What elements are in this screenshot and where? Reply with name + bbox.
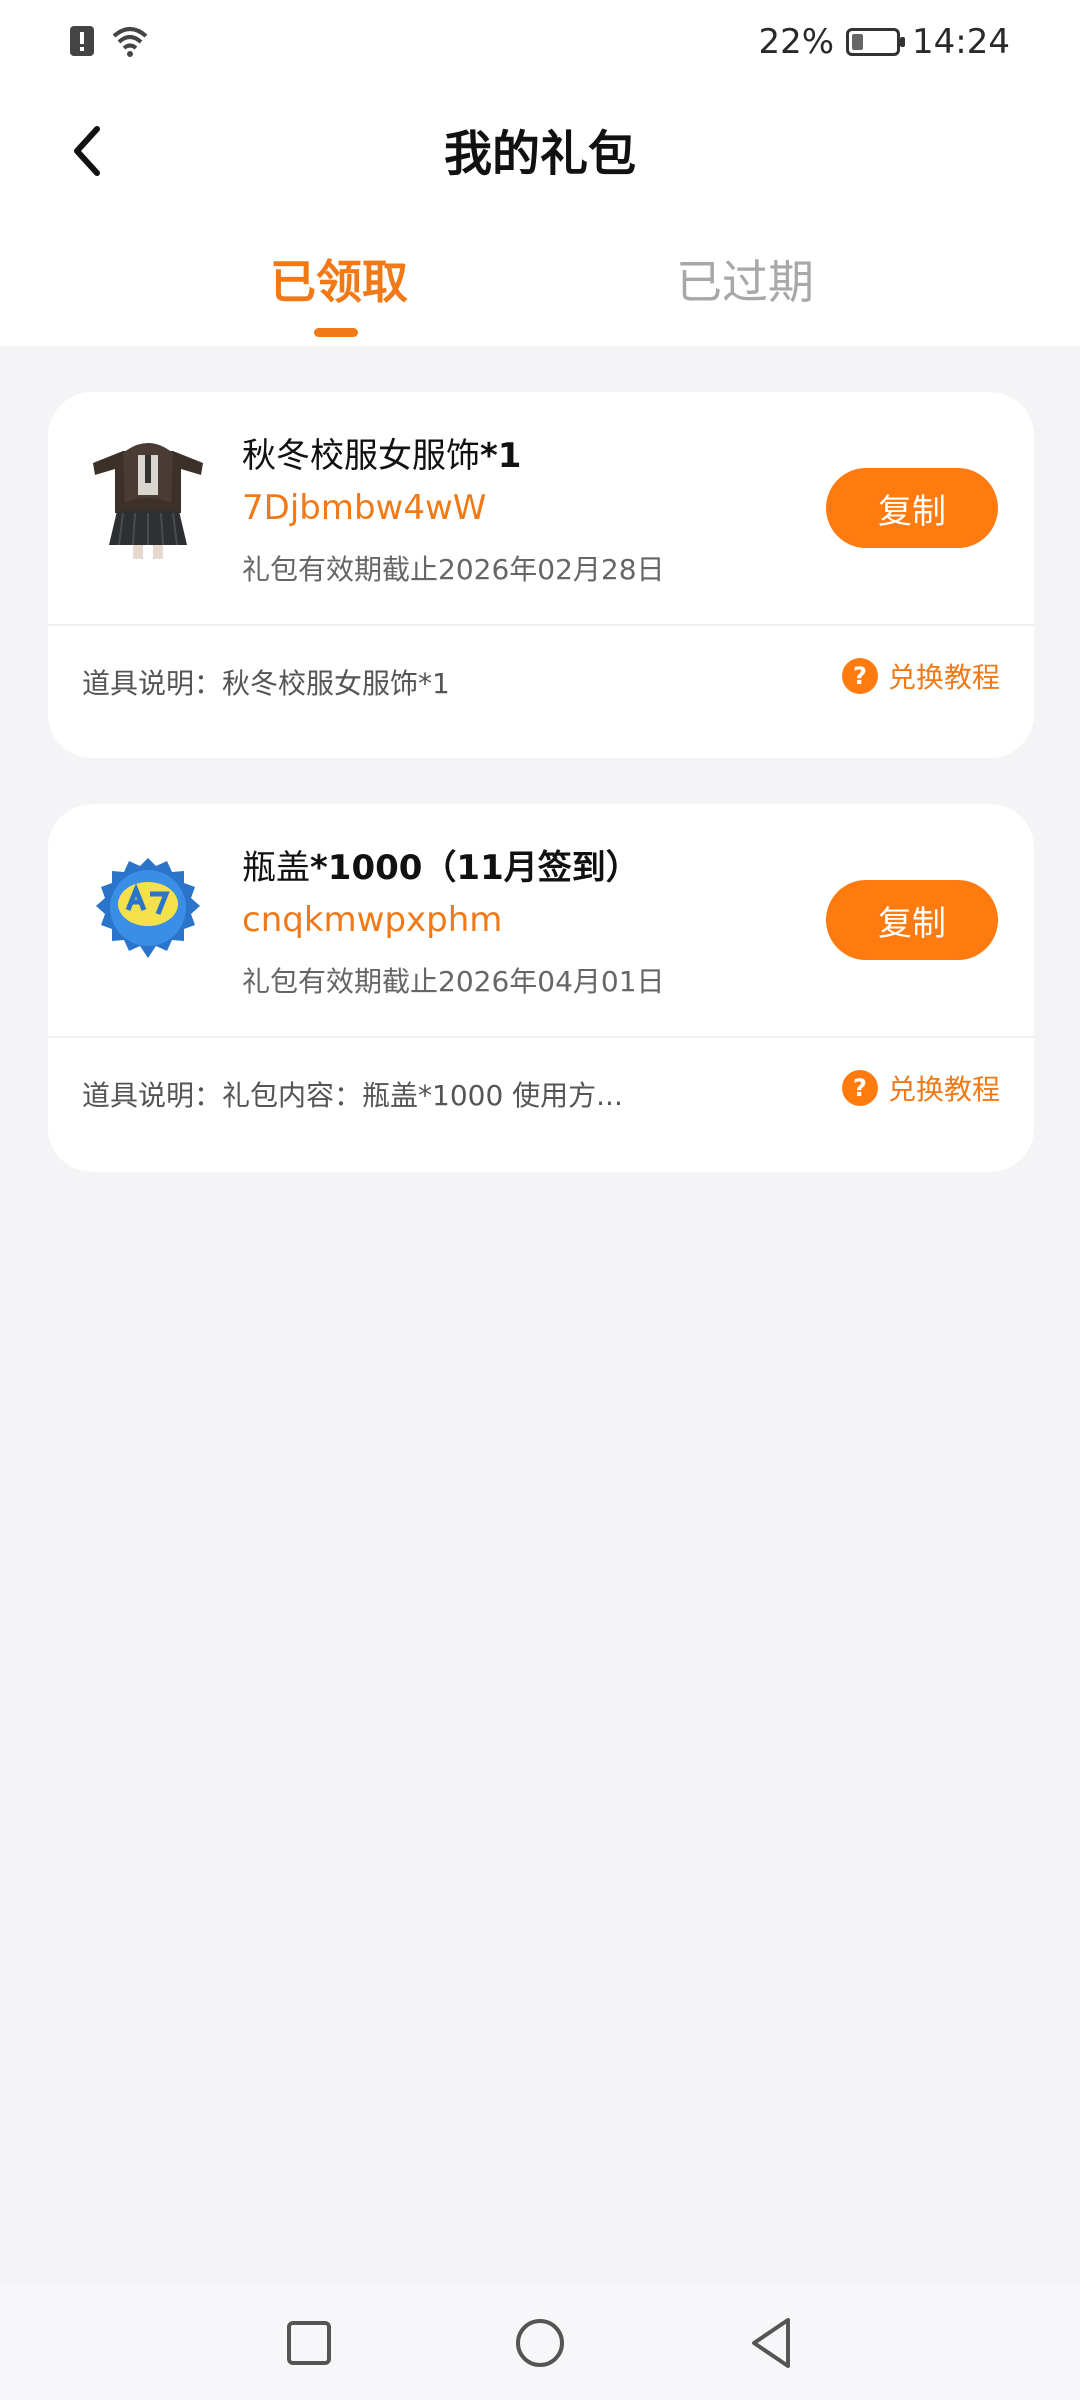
gift-expiry: 礼包有效期截止2026年04月01日 bbox=[242, 965, 665, 998]
redeem-tutorial-label: 兑换教程 bbox=[887, 1073, 1000, 1106]
uniform-image bbox=[78, 428, 218, 568]
gift-description: 道具说明：礼包内容：瓶盖*1000 使用方... bbox=[82, 1079, 623, 1112]
gift-description: 道具说明：秋冬校服女服饰*1 bbox=[82, 667, 450, 700]
header: 我的礼包 bbox=[0, 92, 1080, 210]
gift-card: 瓶盖*1000（11月签到） cnqkmwpxphm 礼包有效期截止2026年0… bbox=[48, 804, 1034, 1172]
gift-card-bottom: 道具说明：秋冬校服女服饰*1 ? 兑换教程 bbox=[48, 626, 1034, 758]
alert-icon bbox=[68, 24, 96, 62]
question-icon: ? bbox=[841, 1070, 878, 1106]
bottle-cap-image bbox=[78, 840, 218, 980]
copy-button[interactable]: 复制 bbox=[826, 880, 998, 960]
active-tab-indicator bbox=[314, 328, 358, 337]
battery-percent: 22% bbox=[758, 22, 835, 62]
gift-card: 秋冬校服女服饰*1 7Djbmbw4wW 礼包有效期截止2026年02月28日 … bbox=[48, 392, 1034, 758]
screen: 22% 14:24 我的礼包 已领取 已过期 秋冬校服女服饰*1 7Djbmbw… bbox=[0, 0, 1080, 2400]
system-back-button[interactable] bbox=[736, 2308, 806, 2378]
gift-code: 7Djbmbw4wW bbox=[242, 488, 487, 528]
circle-icon bbox=[516, 2319, 564, 2367]
home-button[interactable] bbox=[505, 2308, 575, 2378]
question-icon: ? bbox=[841, 658, 878, 694]
redeem-tutorial-link[interactable]: ? 兑换教程 bbox=[841, 1068, 1000, 1108]
gift-expiry: 礼包有效期截止2026年02月28日 bbox=[242, 553, 665, 586]
gift-title: 秋冬校服女服饰*1 bbox=[242, 428, 521, 477]
gift-card-top: 秋冬校服女服饰*1 7Djbmbw4wW 礼包有效期截止2026年02月28日 … bbox=[48, 392, 1034, 624]
gift-card-top: 瓶盖*1000（11月签到） cnqkmwpxphm 礼包有效期截止2026年0… bbox=[48, 804, 1034, 1036]
square-icon bbox=[287, 2321, 331, 2365]
recent-apps-button[interactable] bbox=[274, 2308, 344, 2378]
gift-title-text: 瓶盖 bbox=[242, 848, 310, 888]
clock: 14:24 bbox=[912, 22, 1010, 62]
tab-received[interactable]: 已领取 bbox=[270, 246, 408, 312]
wifi-icon bbox=[110, 24, 150, 62]
redeem-tutorial-label: 兑换教程 bbox=[887, 661, 1000, 694]
page-title: 我的礼包 bbox=[443, 126, 636, 182]
system-nav-bar bbox=[0, 2284, 1080, 2400]
copy-button[interactable]: 复制 bbox=[826, 468, 998, 548]
status-right: 22% 14:24 bbox=[758, 22, 1010, 62]
battery-icon bbox=[846, 28, 906, 56]
gift-card-bottom: 道具说明：礼包内容：瓶盖*1000 使用方... ? 兑换教程 bbox=[48, 1038, 1034, 1172]
redeem-tutorial-link[interactable]: ? 兑换教程 bbox=[841, 656, 1000, 696]
gift-code: cnqkmwpxphm bbox=[242, 900, 503, 940]
gift-title-suffix: *1000（11月签到） bbox=[310, 848, 640, 888]
status-left bbox=[68, 24, 150, 62]
status-bar: 22% 14:24 bbox=[0, 0, 1080, 92]
tab-expired[interactable]: 已过期 bbox=[676, 246, 814, 312]
tab-bar: 已领取 已过期 bbox=[0, 210, 1080, 346]
gift-title-text: 秋冬校服女服饰 bbox=[242, 436, 480, 476]
triangle-back-icon bbox=[752, 2318, 790, 2368]
gift-title: 瓶盖*1000（11月签到） bbox=[242, 840, 640, 889]
gift-title-suffix: *1 bbox=[480, 436, 522, 476]
